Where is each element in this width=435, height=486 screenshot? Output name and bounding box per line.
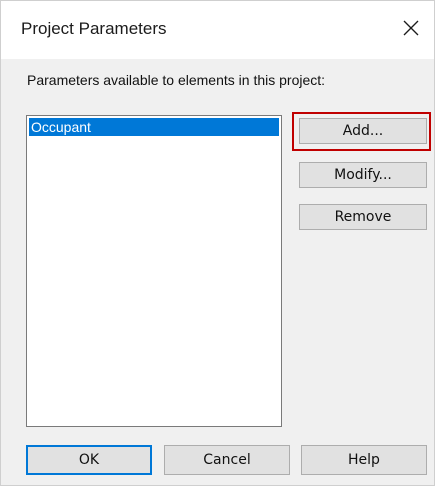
- add-button[interactable]: Add...: [299, 118, 427, 144]
- remove-button[interactable]: Remove: [299, 204, 427, 230]
- dialog-title: Project Parameters: [21, 19, 167, 38]
- close-button[interactable]: [394, 11, 428, 45]
- cancel-button[interactable]: Cancel: [164, 445, 290, 475]
- title-bar: Project Parameters: [1, 1, 434, 59]
- parameters-listbox[interactable]: Occupant: [26, 115, 282, 427]
- modify-button[interactable]: Modify...: [299, 162, 427, 188]
- parameters-prompt-label: Parameters available to elements in this…: [27, 72, 326, 88]
- project-parameters-dialog: Project Parameters Parameters available …: [0, 0, 435, 486]
- help-button[interactable]: Help: [301, 445, 427, 475]
- parameter-list-item[interactable]: Occupant: [29, 118, 279, 136]
- close-icon: [403, 20, 419, 36]
- ok-button[interactable]: OK: [26, 445, 152, 475]
